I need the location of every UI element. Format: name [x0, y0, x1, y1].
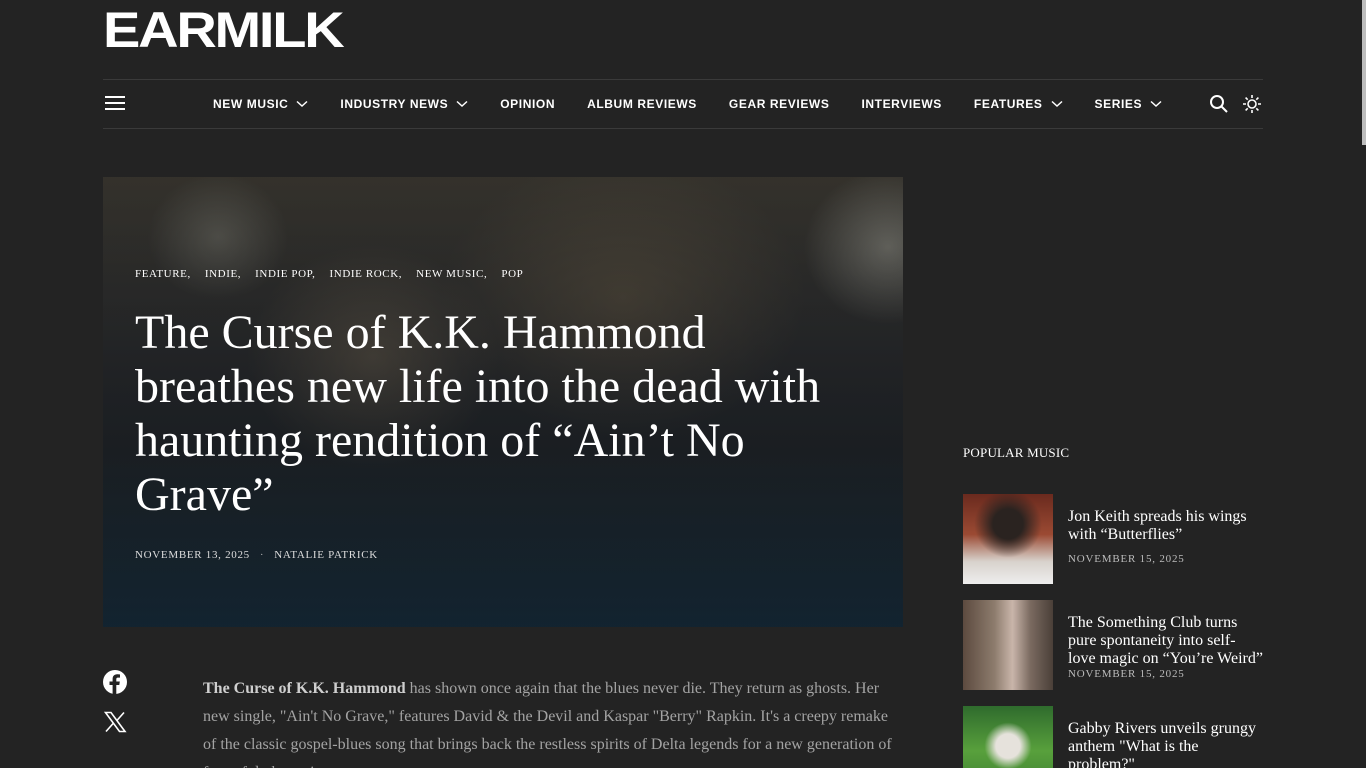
nav-item-label: FEATURES: [973, 97, 1043, 111]
chevron-down-icon: [296, 100, 308, 108]
share-bar: [103, 670, 127, 750]
nav-item-label: OPINION: [500, 97, 556, 111]
scrollbar-thumb[interactable]: [1362, 0, 1366, 145]
popular-item-thumbnail[interactable]: [963, 706, 1053, 768]
search-icon[interactable]: [1208, 93, 1230, 115]
category-link[interactable]: INDIE ROCK,: [330, 268, 403, 280]
nav-item-label: INTERVIEWS: [861, 97, 942, 111]
popular-item-title[interactable]: The Something Club turns pure spontaneit…: [1068, 614, 1263, 668]
x-icon[interactable]: [103, 710, 127, 734]
popular-item-thumbnail[interactable]: [963, 600, 1053, 690]
nav-item-label: SERIES: [1094, 97, 1143, 111]
nav-item-features[interactable]: FEATURES: [974, 97, 1063, 111]
popular-item[interactable]: Jon Keith spreads his wings with “Butter…: [963, 494, 1263, 584]
nav-item-gear-reviews[interactable]: GEAR REVIEWS: [729, 97, 830, 111]
nav-item-label: ALBUM REVIEWS: [587, 97, 697, 111]
nav-item-opinion[interactable]: OPINION: [500, 97, 555, 111]
chevron-down-icon: [1150, 100, 1162, 108]
popular-item-thumbnail[interactable]: [963, 494, 1053, 584]
main-nav: NEW MUSIC INDUSTRY NEWS OPINION ALBUM RE…: [103, 79, 1263, 129]
popular-item[interactable]: The Something Club turns pure spontaneit…: [963, 600, 1263, 690]
meta-separator: ·: [259, 549, 265, 561]
facebook-icon[interactable]: [103, 670, 127, 694]
article-date: NOVEMBER 13, 2025: [135, 549, 250, 561]
nav-item-interviews[interactable]: INTERVIEWS: [861, 97, 941, 111]
category-link[interactable]: FEATURE,: [135, 268, 191, 280]
nav-item-label: GEAR REVIEWS: [728, 97, 830, 111]
category-link[interactable]: NEW MUSIC,: [416, 268, 487, 280]
category-link[interactable]: POP: [501, 268, 523, 280]
article-author[interactable]: NATALIE PATRICK: [274, 549, 378, 561]
article-title[interactable]: The Curse of K.K. Hammond breathes new l…: [135, 306, 855, 522]
nav-item-industry-news[interactable]: INDUSTRY NEWS: [340, 97, 468, 111]
article-lead-bold: The Curse of K.K. Hammond: [203, 680, 406, 697]
article-body: The Curse of K.K. Hammond has shown once…: [203, 675, 893, 768]
nav-tools: [1197, 93, 1263, 115]
site-logo[interactable]: EARMILK: [103, 5, 345, 55]
article-paragraph: The Curse of K.K. Hammond has shown once…: [203, 675, 893, 768]
hero-feature[interactable]: FEATURE, INDIE, INDIE POP, INDIE ROCK, N…: [103, 177, 903, 627]
popular-item[interactable]: Gabby Rivers unveils grungy anthem "What…: [963, 706, 1263, 768]
article-meta: NOVEMBER 13, 2025 · NATALIE PATRICK: [135, 549, 378, 561]
nav-item-label: INDUSTRY NEWS: [340, 97, 449, 111]
popular-item-date: NOVEMBER 15, 2025: [1068, 553, 1185, 565]
sun-icon[interactable]: [1241, 93, 1263, 115]
category-link[interactable]: INDIE POP,: [255, 268, 315, 280]
nav-item-new-music[interactable]: NEW MUSIC: [213, 97, 308, 111]
sidebar-heading: POPULAR MUSIC: [963, 445, 1070, 460]
popular-item-title[interactable]: Gabby Rivers unveils grungy anthem "What…: [1068, 720, 1263, 768]
hero-categories: FEATURE, INDIE, INDIE POP, INDIE ROCK, N…: [135, 268, 537, 280]
menu-icon[interactable]: [105, 96, 125, 112]
chevron-down-icon: [456, 100, 468, 108]
nav-items: NEW MUSIC INDUSTRY NEWS OPINION ALBUM RE…: [213, 80, 1194, 128]
category-link[interactable]: INDIE,: [205, 268, 241, 280]
popular-item-date: NOVEMBER 15, 2025: [1068, 668, 1185, 680]
nav-item-series[interactable]: SERIES: [1095, 97, 1163, 111]
page-scrollbar[interactable]: [1362, 0, 1366, 768]
chevron-down-icon: [1051, 100, 1063, 108]
nav-item-label: NEW MUSIC: [213, 97, 289, 111]
nav-item-album-reviews[interactable]: ALBUM REVIEWS: [587, 97, 697, 111]
popular-item-title[interactable]: Jon Keith spreads his wings with “Butter…: [1068, 508, 1263, 544]
